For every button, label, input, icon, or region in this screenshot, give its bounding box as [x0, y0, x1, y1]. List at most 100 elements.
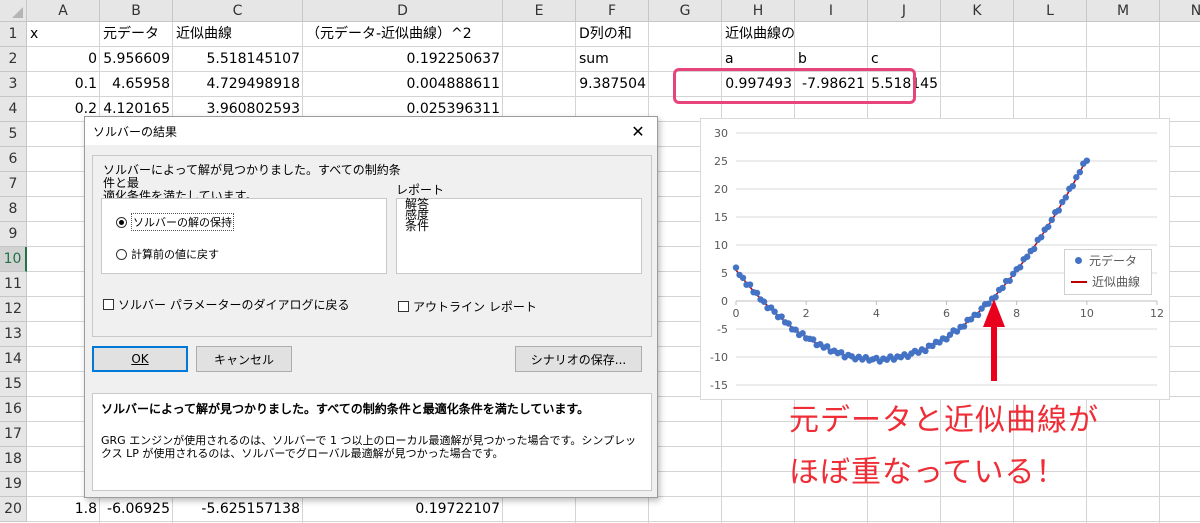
row-header-5[interactable]: 5 — [0, 122, 27, 147]
cell-c1[interactable]: 近似曲線 — [173, 22, 303, 47]
data-point — [922, 347, 929, 355]
column-header-k[interactable]: K — [941, 0, 1014, 22]
cell-b20[interactable]: -6.06925 — [100, 497, 173, 522]
chart-y-tick-label: 25 — [714, 155, 728, 168]
radio-checked-icon[interactable] — [116, 216, 127, 228]
radio-keep-solution[interactable]: ソルバーの解の保持 — [116, 213, 234, 231]
data-point — [974, 311, 982, 319]
cell-d20[interactable]: 0.19722107 — [303, 497, 503, 522]
radio-restore-values[interactable]: 計算前の値に戻す — [116, 246, 219, 262]
chart-x-tick-label: 4 — [873, 307, 880, 320]
row-header-6[interactable]: 6 — [0, 147, 27, 172]
row-header-15[interactable]: 15 — [0, 372, 27, 397]
chart-y-tick-label: -10 — [710, 351, 728, 364]
column-header-b[interactable]: B — [100, 0, 173, 22]
chart-y-tick-label: 20 — [714, 183, 728, 196]
cell-b3[interactable]: 4.65958 — [100, 72, 173, 97]
row-header-18[interactable]: 18 — [0, 447, 27, 472]
radio-restore-label: 計算前の値に戻す — [131, 248, 219, 261]
column-header-e[interactable]: E — [503, 0, 576, 22]
chart-y-tick-label: 5 — [721, 267, 728, 280]
return-to-params-checkbox[interactable]: ソルバー パラメーターのダイアログに戻る — [103, 296, 349, 313]
row-header-14[interactable]: 14 — [0, 347, 27, 372]
column-header-i[interactable]: I — [795, 0, 868, 22]
close-icon[interactable]: ✕ — [627, 120, 649, 142]
row-header-3[interactable]: 3 — [0, 72, 27, 97]
column-header-d[interactable]: D — [303, 0, 503, 22]
save-scenario-button[interactable]: シナリオの保存... — [515, 346, 642, 372]
parameter-highlight-box — [673, 68, 916, 104]
cell-c2[interactable]: 5.518145107 — [173, 47, 303, 72]
cell-h1[interactable]: 近似曲線のパラメータ — [722, 22, 795, 47]
chart-legend[interactable]: 元データ 近似曲線 — [1064, 249, 1152, 295]
row-header-8[interactable]: 8 — [0, 197, 27, 222]
checkbox-box-icon[interactable] — [398, 301, 409, 312]
column-header-l[interactable]: L — [1014, 0, 1087, 22]
chart-x-tick-label: 2 — [803, 307, 810, 320]
data-point — [732, 264, 740, 271]
column-header-j[interactable]: J — [868, 0, 941, 22]
select-all-corner[interactable] — [0, 0, 27, 22]
radio-unchecked-icon[interactable] — [116, 248, 127, 260]
cell-a1[interactable]: x — [27, 22, 100, 47]
cell-f3[interactable]: 9.387504 — [576, 72, 649, 97]
chart-x-tick-label: 10 — [1080, 307, 1094, 320]
report-label: レポート — [396, 183, 445, 197]
column-header-a[interactable]: A — [27, 0, 100, 22]
dialog-titlebar[interactable]: ソルバーの結果 ✕ — [85, 117, 657, 145]
ok-label: OK — [131, 352, 149, 366]
data-point — [1062, 194, 1069, 201]
dialog-title: ソルバーの結果 — [93, 124, 178, 139]
row-header-2[interactable]: 2 — [0, 47, 27, 72]
column-header-h[interactable]: H — [722, 0, 795, 22]
row-header-9[interactable]: 9 — [0, 222, 27, 247]
column-header-c[interactable]: C — [173, 0, 303, 22]
outline-report-checkbox[interactable]: アウトライン レポート — [398, 298, 537, 315]
cell-f1[interactable]: D列の和 — [576, 22, 649, 47]
cell-c3[interactable]: 4.729498918 — [173, 72, 303, 97]
checkbox-box-icon[interactable] — [103, 299, 114, 310]
red-arrow-shaft — [991, 323, 997, 381]
cell-c20[interactable]: -5.625157138 — [173, 497, 303, 522]
column-header-f[interactable]: F — [576, 0, 649, 22]
data-point — [1023, 253, 1031, 260]
row-header-17[interactable]: 17 — [0, 422, 27, 447]
row-header-13[interactable]: 13 — [0, 322, 27, 347]
chart-x-tick-label: 8 — [1013, 307, 1020, 320]
chart-y-tick-label: -5 — [717, 323, 728, 336]
solver-result-dialog[interactable]: ソルバーの結果 ✕ ソルバーによって解が見つかりました。すべての制約条件と最 適… — [84, 116, 658, 498]
data-point — [785, 320, 792, 327]
row-header-4[interactable]: 4 — [0, 97, 27, 122]
data-point — [1069, 182, 1076, 190]
column-header-g[interactable]: G — [649, 0, 722, 22]
cell-b1[interactable]: 元データ — [100, 22, 173, 47]
cancel-button[interactable]: キャンセル — [196, 346, 292, 372]
row-header-1[interactable]: 1 — [0, 22, 27, 47]
report-listbox[interactable]: 解答 感度 条件 — [396, 198, 642, 274]
cell-a3[interactable]: 0.1 — [27, 72, 100, 97]
cell-f2[interactable]: sum — [576, 47, 649, 72]
report-item-limits[interactable]: 条件 — [405, 220, 633, 232]
cell-a2[interactable]: 0 — [27, 47, 100, 72]
row-header-10[interactable]: 10 — [0, 247, 27, 272]
cell-b2[interactable]: 5.956609 — [100, 47, 173, 72]
chart-x-tick-label: 0 — [733, 307, 740, 320]
cell-d3[interactable]: 0.004888611 — [303, 72, 503, 97]
row-header-12[interactable]: 12 — [0, 297, 27, 322]
options-panel: ソルバーによって解が見つかりました。すべての制約条件と最 適化条件を満たしていま… — [92, 155, 652, 337]
ok-button[interactable]: OK — [92, 346, 188, 372]
row-header-16[interactable]: 16 — [0, 397, 27, 422]
scatter-chart[interactable]: 30 25 20 15 10 5 0 -5 -10 -15 0 2 4 6 8 10 12 元データ 近似曲線 — [700, 118, 1170, 400]
row-header-20[interactable]: 20 — [0, 497, 27, 522]
column-header-m[interactable]: M — [1087, 0, 1160, 22]
row-header-7[interactable]: 7 — [0, 172, 27, 197]
return-to-params-label: ソルバー パラメーターのダイアログに戻る — [118, 298, 350, 312]
cell-a20[interactable]: 1.8 — [27, 497, 100, 522]
row-header-11[interactable]: 11 — [0, 272, 27, 297]
column-header-n[interactable]: N — [1160, 0, 1200, 22]
cell-d1[interactable]: （元データ-近似曲線）^2 — [303, 22, 503, 47]
row-header-19[interactable]: 19 — [0, 472, 27, 497]
report-item-sensitivity[interactable]: 感度 — [405, 209, 633, 221]
report-item-answer[interactable]: 解答 — [405, 198, 633, 210]
cell-d2[interactable]: 0.192250637 — [303, 47, 503, 72]
